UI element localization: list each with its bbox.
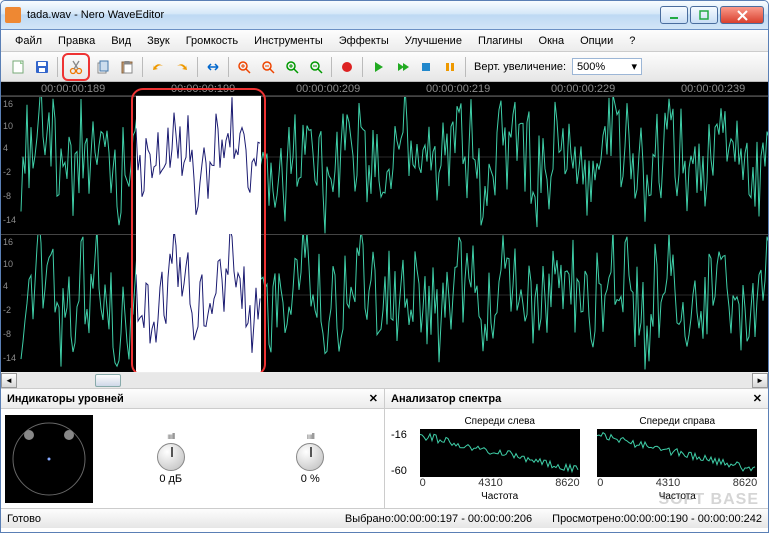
ruler-tick: 00:00:00:229 — [551, 83, 615, 95]
cut-button[interactable] — [65, 56, 87, 78]
separator — [362, 57, 363, 77]
menu-effects[interactable]: Эффекты — [331, 32, 397, 50]
scroll-track[interactable] — [17, 373, 752, 388]
status-viewed: Просмотрено:00:00:00:190 - 00:00:00:242 — [552, 513, 762, 525]
pct-knob[interactable] — [296, 443, 324, 471]
menu-options[interactable]: Опции — [572, 32, 621, 50]
ruler-tick: 00:00:00:239 — [681, 83, 745, 95]
copy-button[interactable] — [92, 56, 114, 78]
waveform-area[interactable]: 00:00:00:189 00:00:00:199 00:00:00:209 0… — [1, 82, 768, 372]
toolbar: Верт. увеличение: 500% ▾ — [1, 52, 768, 82]
levels-panel: Индикаторы уровней ✕ ıııılll 0 дБ ıııılll… — [1, 389, 385, 508]
spec-x: 4310 — [478, 477, 502, 489]
record-button[interactable] — [336, 56, 358, 78]
pause-button[interactable] — [439, 56, 461, 78]
undo-button[interactable] — [147, 56, 169, 78]
maximize-button[interactable] — [690, 6, 718, 24]
close-icon[interactable]: ✕ — [369, 392, 378, 405]
menu-tools[interactable]: Инструменты — [246, 32, 331, 50]
tick-marks: ıııılll — [307, 432, 314, 441]
zoom-in-button[interactable] — [233, 56, 255, 78]
menu-sound[interactable]: Звук — [139, 32, 178, 50]
stop-button[interactable] — [415, 56, 437, 78]
menu-enhance[interactable]: Улучшение — [397, 32, 470, 50]
ruler-tick: 00:00:00:199 — [171, 83, 235, 95]
waveform-left[interactable]: 16 10 4 -2 -8 -14 — [1, 96, 768, 234]
menu-file[interactable]: Файл — [7, 32, 50, 50]
bottom-panels: Индикаторы уровней ✕ ıııılll 0 дБ ıııılll… — [1, 388, 768, 508]
spectrum-left: Спереди слева 0 4310 8620 Частота — [415, 416, 585, 502]
menu-volume[interactable]: Громкость — [178, 32, 246, 50]
fit-button[interactable] — [202, 56, 224, 78]
spec-header: Спереди справа — [639, 416, 715, 427]
spec-y-tick: -16 — [391, 429, 407, 441]
separator — [465, 57, 466, 77]
menu-view[interactable]: Вид — [103, 32, 139, 50]
tick-marks: ıııılll — [167, 432, 174, 441]
app-icon — [5, 7, 21, 23]
spec-x: 0 — [597, 477, 603, 489]
spec-y-tick: -60 — [391, 465, 407, 477]
zoom-vplus-button[interactable] — [281, 56, 303, 78]
menubar: Файл Правка Вид Звук Громкость Инструмен… — [1, 30, 768, 52]
scroll-left-button[interactable]: ◄ — [1, 373, 17, 388]
scroll-thumb[interactable] — [95, 374, 121, 387]
spec-x: 8620 — [555, 477, 579, 489]
cut-highlight — [62, 53, 90, 81]
minimize-button[interactable] — [660, 6, 688, 24]
time-ruler[interactable]: 00:00:00:189 00:00:00:199 00:00:00:209 0… — [1, 82, 768, 96]
status-selected: Выбрано:00:00:00:197 - 00:00:00:206 — [345, 513, 532, 525]
spec-xlabel: Частота — [481, 491, 518, 502]
paste-button[interactable] — [116, 56, 138, 78]
pct-value: 0 % — [301, 473, 320, 485]
close-icon[interactable]: ✕ — [753, 392, 762, 405]
play-loop-button[interactable] — [391, 56, 413, 78]
watermark: SOFT BASE — [658, 491, 759, 509]
close-button[interactable] — [720, 6, 764, 24]
chevron-down-icon: ▾ — [632, 60, 638, 73]
menu-help[interactable]: ? — [621, 32, 643, 50]
save-button[interactable] — [31, 56, 53, 78]
spec-x: 4310 — [656, 477, 680, 489]
gain-value: 0 дБ — [159, 473, 182, 485]
status-ready: Готово — [7, 513, 167, 525]
menu-windows[interactable]: Окна — [531, 32, 573, 50]
menu-plugins[interactable]: Плагины — [470, 32, 531, 50]
statusbar: Готово Выбрано:00:00:00:197 - 00:00:00:2… — [1, 508, 768, 528]
ruler-tick: 00:00:00:189 — [41, 83, 105, 95]
separator — [228, 57, 229, 77]
vzoom-select[interactable]: 500% ▾ — [572, 58, 642, 75]
play-button[interactable] — [367, 56, 389, 78]
gain-knob-group: ıııılll 0 дБ — [157, 432, 185, 485]
waveform-right[interactable]: 16 10 4 -2 -8 -14 — [1, 234, 768, 372]
scroll-right-button[interactable]: ► — [752, 373, 768, 388]
spec-x: 0 — [420, 477, 426, 489]
spec-x: 8620 — [733, 477, 757, 489]
vzoom-value: 500% — [577, 61, 605, 73]
spectrum-title: Анализатор спектра — [391, 393, 501, 405]
redo-button[interactable] — [171, 56, 193, 78]
ruler-tick: 00:00:00:209 — [296, 83, 360, 95]
window-title: tada.wav - Nero WaveEditor — [27, 9, 660, 21]
separator — [197, 57, 198, 77]
separator — [331, 57, 332, 77]
ruler-tick: 00:00:00:219 — [426, 83, 490, 95]
new-button[interactable] — [7, 56, 29, 78]
pct-knob-group: ıııılll 0 % — [296, 432, 324, 485]
window-buttons — [660, 6, 764, 24]
selection-region — [136, 96, 261, 372]
spec-header: Спереди слева — [464, 416, 534, 427]
gain-knob[interactable] — [157, 443, 185, 471]
levels-title: Индикаторы уровней — [7, 393, 124, 405]
horizontal-scrollbar[interactable]: ◄ ► — [1, 372, 768, 388]
zoom-out-button[interactable] — [257, 56, 279, 78]
menu-edit[interactable]: Правка — [50, 32, 103, 50]
vzoom-label: Верт. увеличение: — [474, 61, 566, 73]
titlebar: tada.wav - Nero WaveEditor — [1, 1, 768, 30]
separator — [57, 57, 58, 77]
separator — [142, 57, 143, 77]
zoom-vminus-button[interactable] — [305, 56, 327, 78]
level-scope — [5, 415, 93, 503]
spectrum-right: Спереди справа 043108620 Частота — [592, 416, 762, 502]
